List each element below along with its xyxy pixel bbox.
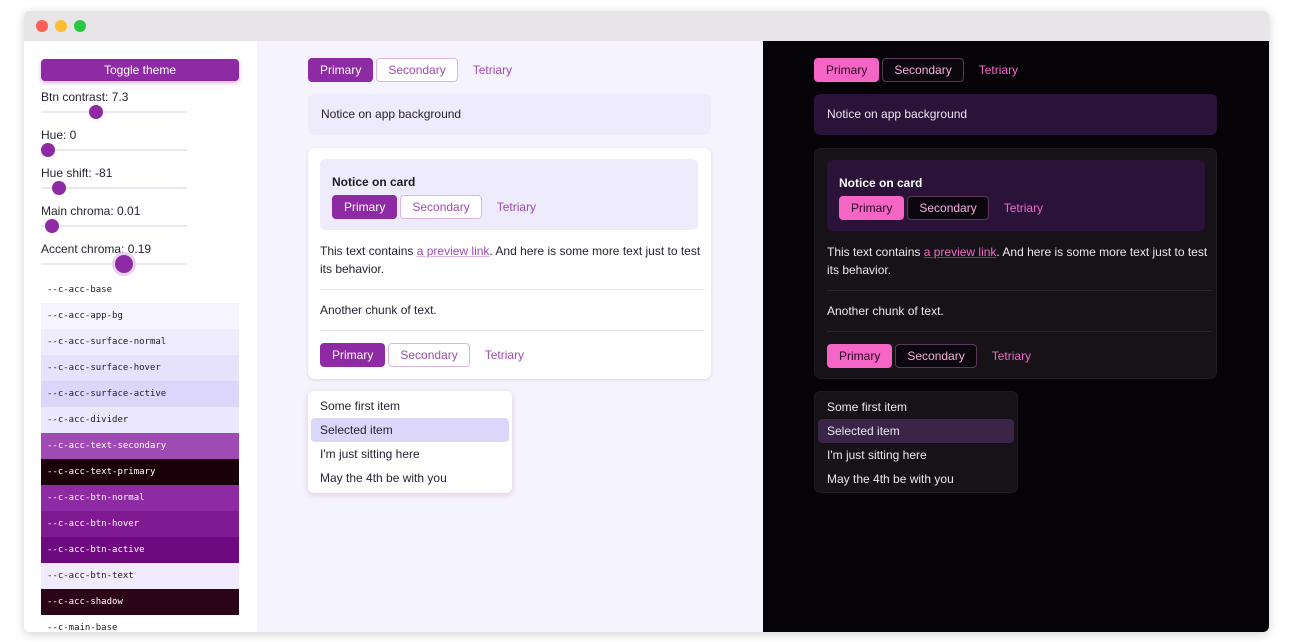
menu-item[interactable]: May the 4th be with you [818, 467, 1014, 491]
main-chroma-slider-group: Main chroma: 0.01 [41, 204, 211, 233]
card-chunk-text: Another chunk of text. [320, 303, 437, 317]
main-chroma-slider[interactable] [41, 219, 211, 233]
app-window: Toggle theme Btn contrast: 7.3 Hue: 0 Hu… [24, 11, 1269, 632]
hue-slider-group: Hue: 0 [41, 128, 211, 157]
notice-card-title: Notice on card [332, 175, 416, 189]
card-divider [827, 331, 1212, 332]
top-button-row: Primary Secondary Tetriary [308, 58, 527, 82]
card-divider [320, 330, 705, 331]
primary-button[interactable]: Primary [827, 344, 893, 368]
notice-app-background: Notice on app background [308, 94, 711, 135]
color-token: --c-acc-divider [41, 407, 239, 433]
color-token: --c-acc-btn-active [41, 537, 239, 563]
card-chunk-text: Another chunk of text. [827, 304, 944, 318]
card-paragraph: This text contains a preview link. And h… [320, 242, 705, 278]
main-chroma-label: Main chroma: 0.01 [41, 204, 141, 218]
color-token: --c-acc-text-secondary [41, 433, 239, 459]
preview-card: Notice on card Primary Secondary Tetriar… [308, 148, 711, 379]
accent-chroma-slider-group: Accent chroma: 0.19 [41, 242, 211, 273]
slider-thumb[interactable] [41, 143, 55, 157]
secondary-button[interactable]: Secondary [895, 344, 977, 368]
light-theme-preview: Primary Secondary Tetriary Notice on app… [257, 41, 763, 632]
card-bottom-button-row: Primary Secondary Tetriary [827, 344, 1046, 368]
notice-card-button-row: Primary Secondary Tetriary [332, 195, 551, 219]
hue-slider[interactable] [41, 143, 211, 157]
toggle-theme-button[interactable]: Toggle theme [41, 59, 239, 81]
primary-button[interactable]: Primary [839, 196, 905, 220]
tertiary-button[interactable]: Tetriary [980, 344, 1043, 368]
color-token: --c-acc-app-bg [41, 303, 239, 329]
btn-contrast-label: Btn contrast: 7.3 [41, 90, 129, 104]
slider-thumb[interactable] [44, 219, 59, 233]
notice-app-background: Notice on app background [814, 94, 1217, 135]
tertiary-button[interactable]: Tetriary [992, 196, 1055, 220]
menu-item[interactable]: May the 4th be with you [311, 466, 509, 490]
hue-shift-slider[interactable] [41, 181, 211, 195]
primary-button[interactable]: Primary [814, 58, 880, 82]
tertiary-button[interactable]: Tetriary [461, 58, 524, 82]
tertiary-button[interactable]: Tetriary [485, 195, 548, 219]
card-divider [320, 289, 705, 290]
color-token: --c-acc-surface-active [41, 381, 239, 407]
slider-thumb[interactable] [115, 255, 134, 273]
minimize-window-button[interactable] [55, 20, 67, 32]
card-paragraph: This text contains a preview link. And h… [827, 243, 1212, 279]
menu-item[interactable]: I'm just sitting here [818, 443, 1014, 467]
menu-item[interactable]: Some first item [818, 395, 1014, 419]
color-token: --c-acc-btn-hover [41, 511, 239, 537]
top-button-row: Primary Secondary Tetriary [814, 58, 1033, 82]
color-token: --c-acc-btn-text [41, 563, 239, 589]
menu-item[interactable]: I'm just sitting here [311, 442, 509, 466]
notice-card-button-row: Primary Secondary Tetriary [839, 196, 1058, 220]
primary-button[interactable]: Primary [320, 343, 386, 367]
notice-on-card: Notice on card Primary Secondary Tetriar… [827, 160, 1205, 231]
tertiary-button[interactable]: Tetriary [473, 343, 536, 367]
preview-link[interactable]: a preview link [417, 244, 490, 258]
color-token: --c-acc-surface-hover [41, 355, 239, 381]
secondary-button[interactable]: Secondary [388, 343, 470, 367]
settings-sidebar: Toggle theme Btn contrast: 7.3 Hue: 0 Hu… [24, 41, 257, 632]
color-token-list: --c-acc-base --c-acc-app-bg --c-acc-surfac… [41, 277, 239, 632]
menu-item[interactable]: Some first item [311, 394, 509, 418]
close-window-button[interactable] [36, 20, 48, 32]
preview-link[interactable]: a preview link [924, 245, 997, 259]
paragraph-text-start: This text contains [320, 244, 417, 258]
tertiary-button[interactable]: Tetriary [967, 58, 1030, 82]
card-divider [827, 290, 1212, 291]
primary-button[interactable]: Primary [308, 58, 374, 82]
secondary-button[interactable]: Secondary [400, 195, 482, 219]
card-bottom-button-row: Primary Secondary Tetriary [320, 343, 539, 367]
menu-item-selected[interactable]: Selected item [311, 418, 509, 442]
color-token: --c-acc-btn-normal [41, 485, 239, 511]
hue-label: Hue: 0 [41, 128, 77, 142]
preview-card: Notice on card Primary Secondary Tetriar… [814, 148, 1217, 379]
color-token: --c-acc-surface-normal [41, 329, 239, 355]
secondary-button[interactable]: Secondary [882, 58, 964, 82]
paragraph-text-start: This text contains [827, 245, 924, 259]
accent-chroma-label: Accent chroma: 0.19 [41, 242, 152, 256]
dropdown-menu: Some first item Selected item I'm just s… [814, 391, 1018, 493]
dark-theme-preview: Primary Secondary Tetriary Notice on app… [763, 41, 1269, 632]
primary-button[interactable]: Primary [332, 195, 398, 219]
color-token: --c-main-base [41, 615, 239, 632]
slider-thumb[interactable] [88, 105, 103, 119]
color-token: --c-acc-text-primary [41, 459, 239, 485]
color-token: --c-acc-base [41, 277, 239, 303]
notice-card-title: Notice on card [839, 176, 923, 190]
btn-contrast-slider[interactable] [41, 105, 211, 119]
hue-shift-slider-group: Hue shift: -81 [41, 166, 211, 195]
secondary-button[interactable]: Secondary [376, 58, 458, 82]
title-bar [24, 11, 1269, 41]
dropdown-menu: Some first item Selected item I'm just s… [308, 391, 512, 493]
notice-on-card: Notice on card Primary Secondary Tetriar… [320, 159, 698, 230]
secondary-button[interactable]: Secondary [907, 196, 989, 220]
maximize-window-button[interactable] [74, 20, 86, 32]
hue-shift-label: Hue shift: -81 [41, 166, 113, 180]
menu-item-selected[interactable]: Selected item [818, 419, 1014, 443]
accent-chroma-slider[interactable] [41, 255, 211, 273]
slider-thumb[interactable] [51, 181, 66, 195]
color-token: --c-acc-shadow [41, 589, 239, 615]
btn-contrast-slider-group: Btn contrast: 7.3 [41, 90, 211, 119]
